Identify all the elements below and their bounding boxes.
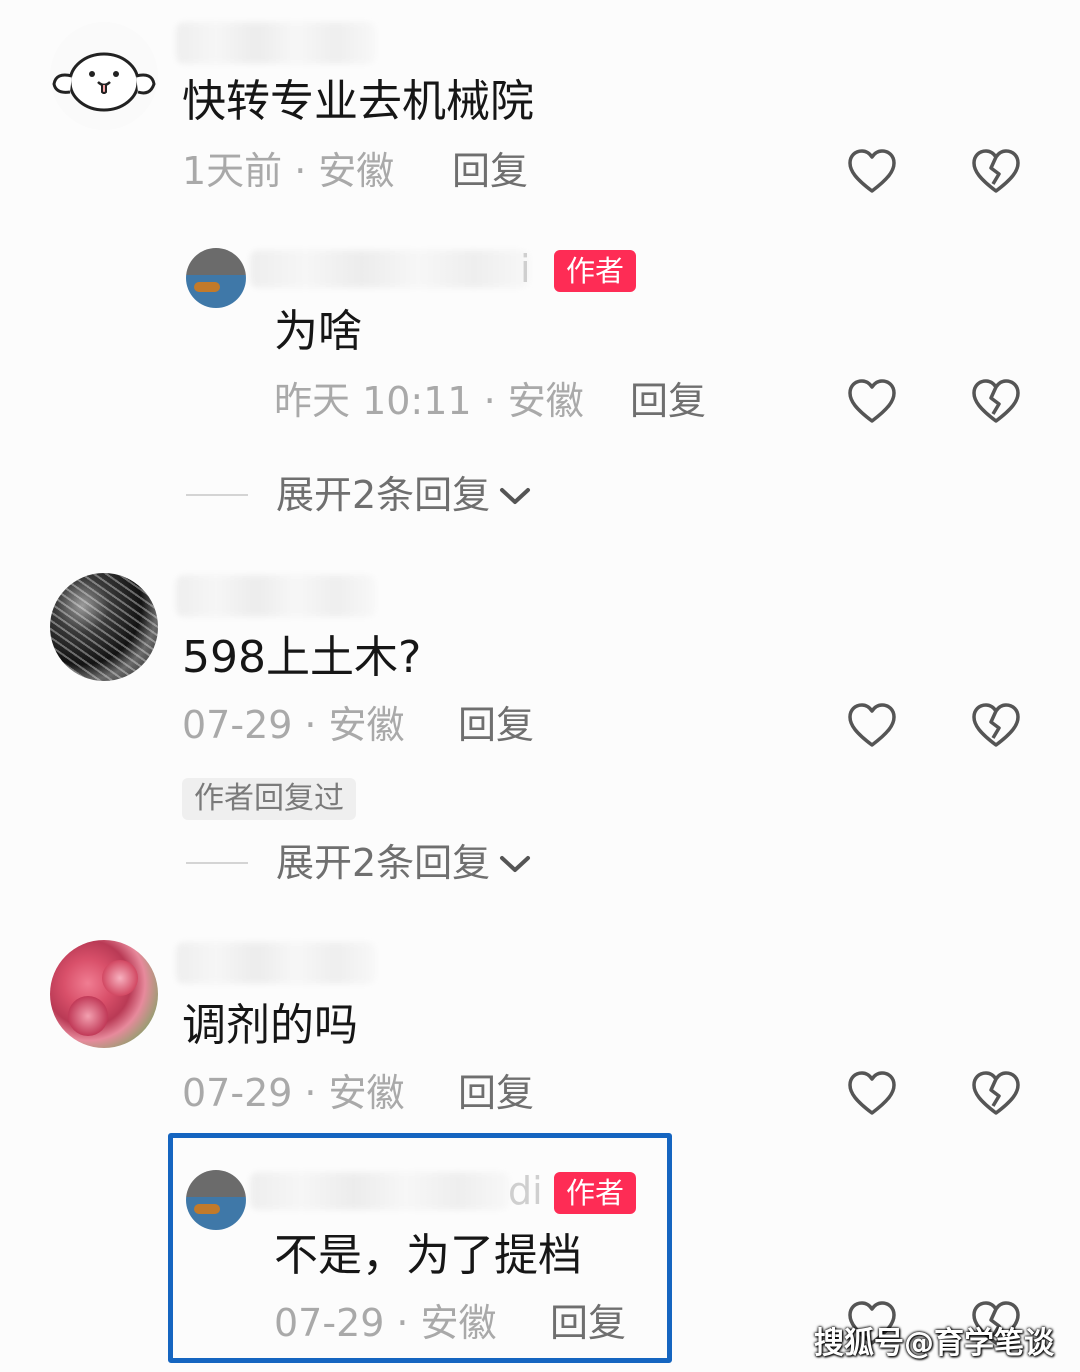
comment-location: 安徽 (318, 149, 395, 193)
dislike-button[interactable] (970, 146, 1022, 198)
expand-label: 展开2条回复 (276, 841, 491, 885)
reply-button[interactable]: 回复 (458, 702, 534, 748)
broken-heart-icon (972, 379, 1020, 423)
comment-time: 07-29 (182, 703, 293, 747)
reply-text: 不是，为了提档 (274, 1230, 582, 1281)
expand-replies-button[interactable]: 展开2条回复 (186, 472, 532, 518)
avatar[interactable] (50, 940, 158, 1048)
username-blurred[interactable] (176, 575, 376, 617)
divider-line (186, 494, 248, 496)
heart-outline-icon (848, 703, 896, 747)
divider-line (186, 862, 248, 864)
broken-heart-icon (972, 1071, 1020, 1115)
reply-meta: 07-29 · 安徽 (274, 1300, 497, 1346)
username-suffix: i (520, 247, 531, 291)
username-blurred[interactable] (250, 1172, 510, 1210)
chevron-down-icon (498, 472, 532, 518)
dislike-button[interactable] (970, 1068, 1022, 1120)
author-replied-tag: 作者回复过 (182, 778, 356, 820)
username-blurred[interactable] (176, 942, 376, 984)
comment-text: 598上土木? (182, 632, 422, 683)
comment-time: 1天前 (182, 149, 283, 193)
author-badge: 作者 (554, 250, 637, 292)
separator: · (304, 1071, 317, 1115)
broken-heart-icon (972, 149, 1020, 193)
cartoon-seal-icon (52, 52, 156, 112)
heart-outline-icon (848, 1071, 896, 1115)
heart-outline-icon (848, 149, 896, 193)
dislike-button[interactable] (970, 376, 1022, 428)
comment-meta: 07-29 · 安徽 (182, 1070, 405, 1116)
comment-location: 安徽 (328, 703, 405, 747)
chevron-down-icon (498, 840, 532, 886)
comment-time: 07-29 (182, 1071, 293, 1115)
reply-time: 07-29 (274, 1301, 385, 1345)
comment-meta: 07-29 · 安徽 (182, 702, 405, 748)
reply-location: 安徽 (420, 1301, 497, 1345)
author-avatar[interactable] (186, 1170, 246, 1230)
dislike-button[interactable] (970, 700, 1022, 752)
expand-replies-button[interactable]: 展开2条回复 (186, 840, 532, 886)
broken-heart-icon (972, 703, 1020, 747)
reply-button[interactable]: 回复 (630, 378, 706, 424)
username-blurred[interactable] (176, 22, 376, 64)
author-avatar[interactable] (186, 248, 246, 308)
username-blurred[interactable] (250, 250, 530, 288)
separator: · (304, 703, 317, 747)
reply-text: 为啥 (274, 306, 362, 357)
expand-label: 展开2条回复 (276, 473, 491, 517)
comment-location: 安徽 (328, 1071, 405, 1115)
reply-button[interactable]: 回复 (452, 148, 528, 194)
reply-time: 昨天 10:11 (274, 379, 472, 423)
comment-text: 调剂的吗 (182, 1000, 358, 1051)
author-badge: 作者 (554, 1172, 637, 1214)
separator: · (396, 1301, 409, 1345)
watermark: 搜狐号@育学笔谈 (814, 1326, 1054, 1361)
like-button[interactable] (846, 1068, 898, 1120)
reply-meta: 昨天 10:11 · 安徽 (274, 378, 584, 424)
avatar[interactable] (50, 573, 158, 681)
like-button[interactable] (846, 146, 898, 198)
like-button[interactable] (846, 700, 898, 752)
reply-button[interactable]: 回复 (458, 1070, 534, 1116)
like-button[interactable] (846, 376, 898, 428)
username-suffix: di (508, 1169, 543, 1213)
reply-location: 安徽 (507, 379, 584, 423)
heart-outline-icon (848, 379, 896, 423)
comment-text: 快转专业去机械院 (182, 76, 534, 127)
reply-button[interactable]: 回复 (550, 1300, 626, 1346)
separator: · (483, 379, 496, 423)
separator: · (294, 149, 307, 193)
avatar[interactable] (50, 22, 158, 130)
comment-meta: 1天前 · 安徽 (182, 148, 394, 194)
